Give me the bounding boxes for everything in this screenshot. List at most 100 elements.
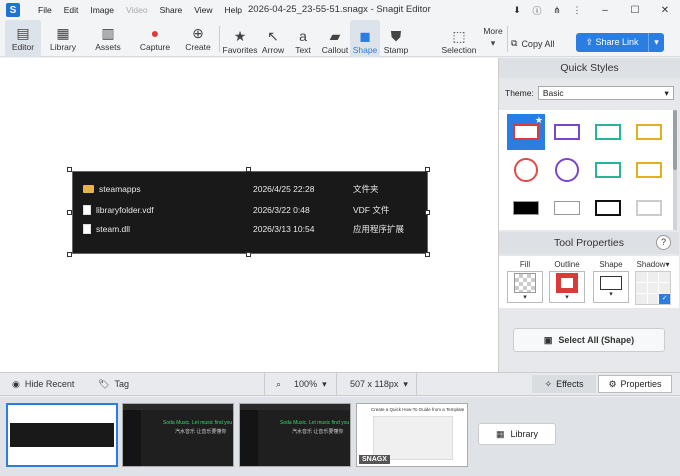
info-icon[interactable]: ⓘ — [530, 4, 544, 17]
recent-thumbnail[interactable] — [6, 403, 118, 467]
gear-icon: ⚙ — [608, 378, 617, 389]
library-button[interactable]: ▦ Library — [44, 20, 82, 57]
shape-icon: ◼ — [359, 28, 371, 44]
resize-handle[interactable] — [67, 210, 72, 215]
filled-style-icon — [513, 201, 539, 215]
chevron-down-icon: ▾ — [565, 294, 569, 301]
menu-view[interactable]: View — [188, 5, 218, 15]
outline-property[interactable]: Outline ▾ — [549, 260, 585, 303]
zoom-icon: ⌕ — [276, 378, 282, 389]
quick-style-swatch[interactable] — [589, 190, 627, 226]
quick-style-swatch[interactable] — [630, 152, 668, 188]
quick-style-swatch[interactable] — [548, 152, 586, 188]
text-tool-button[interactable]: a Text — [289, 20, 317, 57]
shadow-property[interactable]: Shadow▾ ✓ — [635, 260, 671, 305]
copy-icon: ⧉ — [511, 38, 518, 48]
tag-button[interactable]: 🏷 Tag — [98, 373, 129, 395]
shape-property[interactable]: Shape ▾ — [593, 260, 629, 303]
maximize-button[interactable]: ☐ — [620, 5, 650, 16]
tag-icon: 🏷 — [98, 378, 110, 389]
create-button[interactable]: ⊕ Create — [180, 20, 216, 57]
chevron-down-icon: ▾ — [665, 260, 670, 269]
more-options-icon[interactable]: ⋮ — [570, 5, 584, 16]
link-icon: ⇪ — [585, 37, 596, 47]
editor-icon: ▤ — [16, 24, 30, 41]
effects-button[interactable]: ✧ Effects — [532, 375, 596, 393]
resize-handle[interactable] — [246, 167, 251, 172]
properties-button[interactable]: ⚙ Properties — [598, 375, 672, 393]
menu-image[interactable]: Image — [84, 5, 120, 15]
dimensions-control[interactable]: 507 x 118px ▾ — [350, 373, 408, 395]
quick-style-swatch[interactable] — [589, 114, 627, 150]
quick-style-swatch[interactable]: ★ — [507, 114, 545, 150]
share-network-icon[interactable]: ⋔ — [550, 5, 564, 16]
minimize-button[interactable]: – — [590, 5, 620, 16]
quick-styles-scrollbar[interactable] — [673, 110, 677, 230]
fill-property[interactable]: Fill ▾ — [507, 260, 543, 303]
menu-file[interactable]: File — [32, 5, 58, 15]
chevron-down-icon: ▾ — [609, 291, 613, 298]
quick-style-swatch[interactable] — [548, 114, 586, 150]
quick-style-swatch[interactable] — [630, 190, 668, 226]
shadow-grid[interactable]: ✓ — [635, 271, 671, 305]
folder-icon — [83, 185, 94, 193]
resize-handle[interactable] — [67, 167, 72, 172]
menu-video[interactable]: Video — [120, 5, 154, 15]
menu-share[interactable]: Share — [154, 5, 189, 15]
editor-button[interactable]: ▤ Editor — [5, 20, 41, 57]
arrow-tool-button[interactable]: ↖ Arrow — [259, 20, 287, 57]
assets-button[interactable]: ▥ Assets — [86, 20, 130, 57]
select-all-shape-button[interactable]: ▣ Select All (Shape) — [513, 328, 665, 352]
menu-help[interactable]: Help — [219, 5, 248, 15]
resize-handle[interactable] — [425, 210, 430, 215]
theme-select[interactable]: Basic ▾ — [537, 86, 674, 100]
chevron-down-icon: ▾ — [490, 37, 496, 48]
recent-thumbnail[interactable]: Create a Quick How-To Guide from a Templ… — [356, 403, 468, 467]
rectangle-style-icon — [595, 200, 621, 216]
toolbar-divider — [219, 26, 220, 52]
share-dropdown-icon[interactable]: ▾ — [648, 33, 664, 52]
more-tools-button[interactable]: More ▾ — [480, 20, 506, 57]
menu-bar: File Edit Image Video Share View Help — [32, 5, 248, 15]
account-icon[interactable]: ⬇ — [510, 5, 524, 16]
stamp-tool-button[interactable]: ⛊ Stamp — [381, 20, 411, 57]
text-icon: a — [299, 28, 307, 44]
create-icon: ⊕ — [192, 24, 204, 41]
quick-style-swatch[interactable] — [630, 114, 668, 150]
rectangle-style-icon — [595, 124, 621, 140]
favorites-button[interactable]: ★ Favorites — [221, 20, 259, 57]
file-row: steamapps 2026/4/25 22:28 文件夹 — [83, 181, 423, 197]
copy-all-button[interactable]: ⧉ Copy All — [511, 38, 554, 49]
callout-tool-button[interactable]: ▰ Callout — [319, 20, 351, 57]
quick-style-swatch[interactable] — [507, 152, 545, 188]
share-link-button[interactable]: ⇪ Share Link ▾ — [576, 33, 664, 52]
window-title: 2026-04-25_23-55-51.snagx - Snagit Edito… — [248, 4, 431, 15]
capture-icon: ● — [150, 24, 160, 41]
quick-style-swatch[interactable] — [507, 190, 545, 226]
captured-image[interactable]: steamapps 2026/4/25 22:28 文件夹 libraryfol… — [72, 171, 428, 254]
resize-handle[interactable] — [246, 252, 251, 257]
rectangle-style-icon — [513, 124, 539, 140]
quick-style-swatch[interactable] — [589, 152, 627, 188]
help-button[interactable]: ? — [656, 235, 671, 250]
quick-style-swatch[interactable] — [548, 190, 586, 226]
resize-handle[interactable] — [67, 252, 72, 257]
selection-tool-button[interactable]: ⬚ Selection — [440, 20, 478, 57]
shape-tool-button[interactable]: ◼ Shape — [350, 20, 380, 57]
hide-recent-button[interactable]: ◉ Hide Recent — [12, 373, 74, 395]
filled-style-icon — [554, 201, 580, 215]
recent-thumbnail[interactable]: Soda Music. Let music find you 汽水音乐 让音乐要… — [239, 403, 351, 467]
zoom-control[interactable]: ⌕ 100% ▾ — [276, 373, 327, 395]
file-icon — [83, 205, 91, 215]
status-bar: ◉ Hide Recent 🏷 Tag ⌕ 100% ▾ 507 x 118px… — [0, 372, 680, 396]
menu-edit[interactable]: Edit — [58, 5, 85, 15]
recent-thumbnail[interactable]: Soda Music. Let music find you 汽水音乐 让音乐要… — [122, 403, 234, 467]
open-library-button[interactable]: ▦ Library — [478, 423, 556, 445]
resize-handle[interactable] — [425, 252, 430, 257]
resize-handle[interactable] — [425, 167, 430, 172]
close-button[interactable]: ✕ — [650, 5, 680, 16]
quick-styles-grid: ★ — [499, 110, 673, 230]
recent-captures-tray: Soda Music. Let music find you 汽水音乐 让音乐要… — [0, 397, 680, 476]
capture-button[interactable]: ● Capture — [134, 20, 176, 57]
outline-color-icon — [556, 273, 578, 293]
